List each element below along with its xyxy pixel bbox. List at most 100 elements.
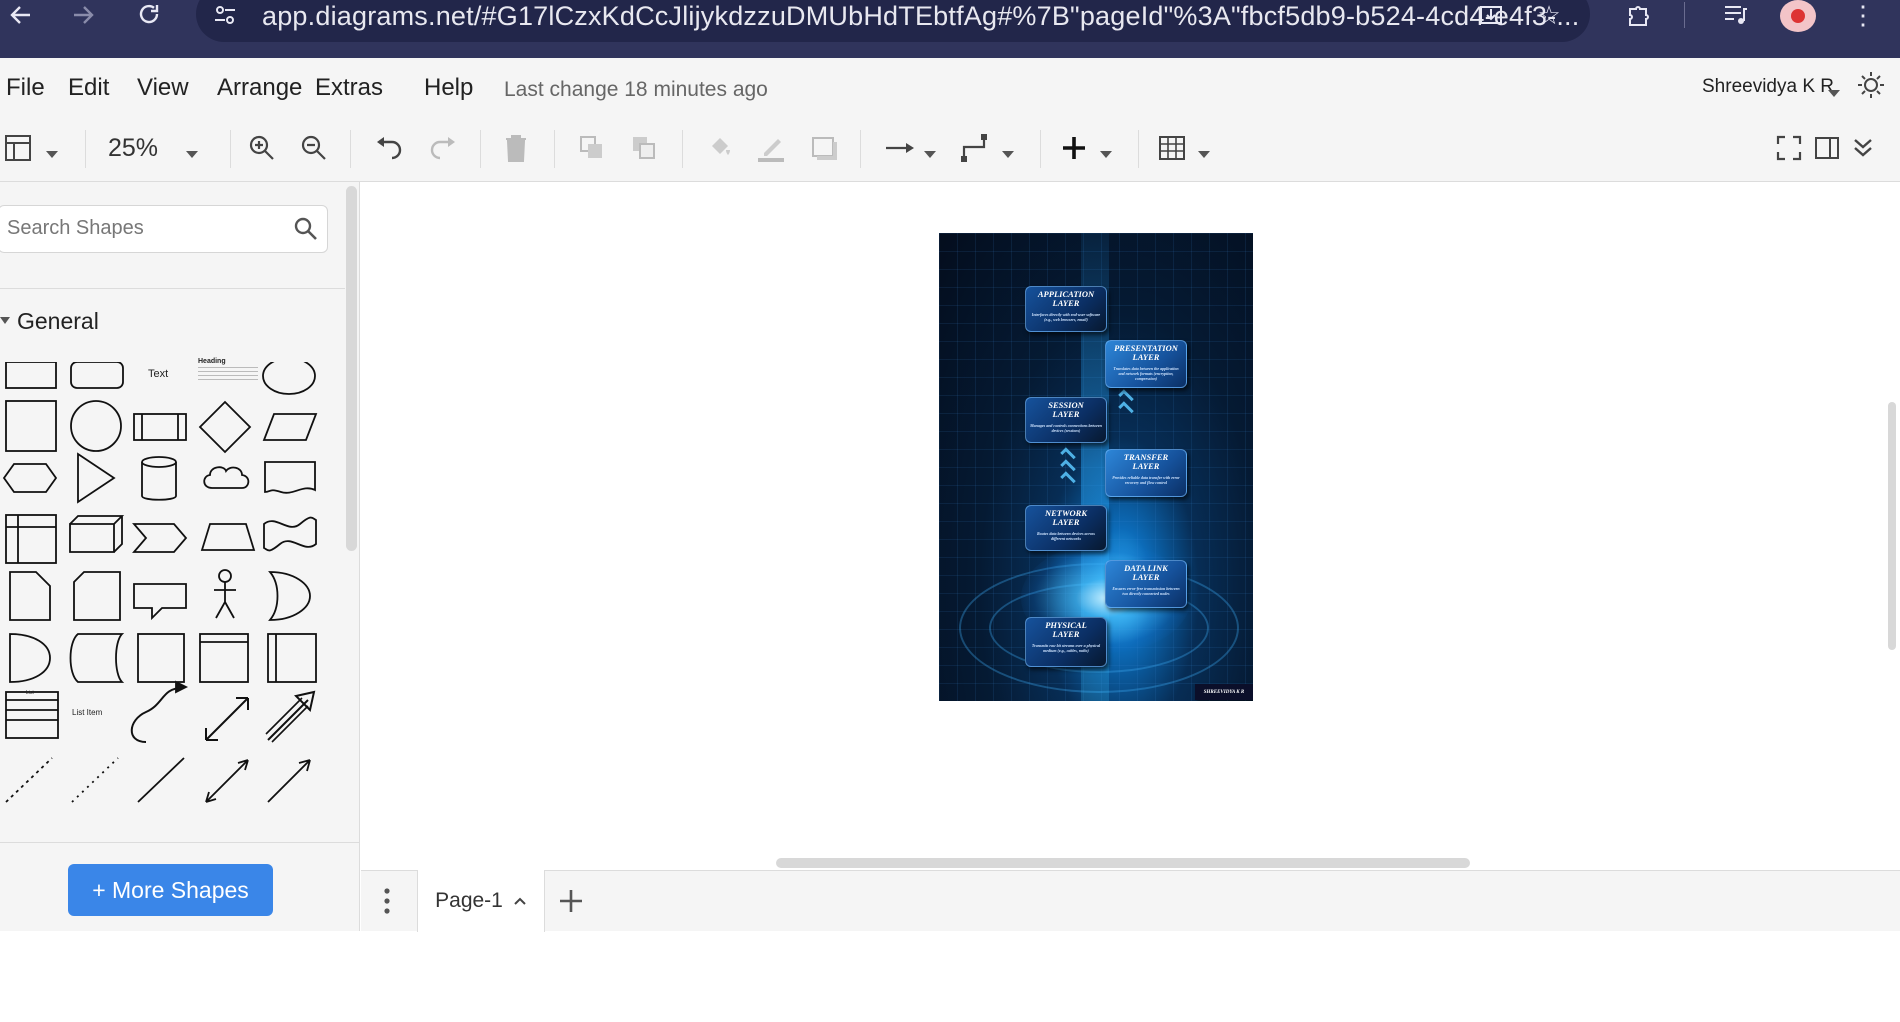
fill-color-icon[interactable]	[706, 128, 734, 168]
shadow-icon[interactable]	[810, 128, 838, 168]
table-icon[interactable]	[1158, 128, 1186, 168]
network-layer-card[interactable]: NETWORK LAYER Routes data between device…	[1025, 505, 1107, 551]
page-tab-label: Page-1	[435, 889, 503, 912]
menu-view[interactable]: View	[137, 74, 189, 102]
collapse-chevrons-icon[interactable]	[1850, 128, 1876, 168]
delete-icon[interactable]	[504, 128, 528, 168]
zoom-dropdown-icon[interactable]	[186, 145, 198, 163]
user-name[interactable]: Shreevidya K R	[1702, 76, 1834, 98]
connection-dropdown-icon[interactable]	[924, 145, 936, 163]
media-controls-icon[interactable]	[1720, 0, 1750, 30]
osi-model-poster[interactable]: APPLICATION LAYER Interfaces directly wi…	[939, 233, 1253, 701]
data-link-layer-card[interactable]: DATA LINK LAYER Ensures error-free trans…	[1105, 560, 1187, 608]
page-tab-caret-icon[interactable]	[513, 896, 527, 906]
toolbar-separator	[480, 130, 481, 168]
bookmark-star-icon[interactable]: ☆	[1534, 0, 1564, 30]
site-settings-icon[interactable]	[210, 0, 240, 30]
menu-file[interactable]: File	[6, 74, 45, 102]
presentation-layer-card[interactable]: PRESENTATION LAYER Translates data betwe…	[1105, 340, 1187, 388]
cube-shape	[69, 515, 125, 553]
application-layer-card[interactable]: APPLICATION LAYER Interfaces directly wi…	[1025, 286, 1107, 332]
menu-extras[interactable]: Extras	[315, 74, 383, 102]
layer-title: PHYSICAL LAYER	[1045, 620, 1087, 639]
format-panel-icon[interactable]	[4, 128, 34, 168]
user-dropdown-icon[interactable]	[1828, 84, 1840, 102]
browser-divider	[1684, 2, 1685, 28]
menu-arrange[interactable]: Arrange	[217, 74, 302, 102]
dotted-line-shape	[71, 757, 119, 803]
table-dropdown-icon[interactable]	[1198, 145, 1210, 163]
card-shape	[73, 571, 121, 621]
waypoints-dropdown-icon[interactable]	[1002, 145, 1014, 163]
toolbar-separator	[85, 130, 86, 168]
browser-menu-icon[interactable]: ⋮	[1848, 0, 1878, 30]
list-item-shape[interactable]: List Item	[72, 708, 102, 717]
theme-sun-icon[interactable]	[1856, 70, 1886, 105]
toolbar-separator	[682, 130, 683, 168]
shapes-sidebar: General	[0, 182, 360, 931]
toggle-panel-icon[interactable]	[1814, 128, 1840, 168]
horizontal-scrollbar[interactable]	[776, 858, 1470, 868]
add-page-icon[interactable]	[557, 887, 585, 920]
list-shape-label[interactable]: List	[26, 690, 34, 696]
zoom-out-icon[interactable]	[300, 128, 328, 168]
vertical-scrollbar[interactable]	[1888, 402, 1896, 650]
collapse-caret-icon[interactable]	[0, 317, 10, 324]
layer-title: PRESENTATION LAYER	[1114, 343, 1178, 362]
curve-shape	[130, 687, 183, 743]
to-front-icon[interactable]	[578, 128, 606, 168]
to-back-icon[interactable]	[630, 128, 658, 168]
layer-description: Interfaces directly with end-user softwa…	[1031, 312, 1101, 322]
fullscreen-icon[interactable]	[1776, 128, 1802, 168]
general-section-title[interactable]: General	[17, 308, 99, 335]
layer-description: Transmits raw bit streams over a physica…	[1031, 643, 1101, 653]
section-divider	[0, 288, 345, 289]
menu-edit[interactable]: Edit	[68, 74, 109, 102]
line-color-icon[interactable]	[756, 128, 786, 168]
transfer-layer-card[interactable]: TRANSFER LAYER Provides reliable data tr…	[1105, 449, 1187, 497]
zoom-in-icon[interactable]	[248, 128, 276, 168]
last-change-status[interactable]: Last change 18 minutes ago	[504, 78, 768, 102]
ellipse-shape	[262, 362, 316, 395]
undo-icon[interactable]	[374, 128, 404, 168]
view-dropdown-icon[interactable]	[46, 145, 58, 163]
url-text[interactable]: app.diagrams.net/#G17lCzxKdCcJlijykdzzuD…	[262, 1, 1579, 32]
install-app-icon[interactable]	[1476, 0, 1506, 30]
heading-shape[interactable]: Heading	[198, 358, 258, 392]
delay-shape	[9, 633, 51, 683]
more-shapes-button[interactable]: + More Shapes	[68, 864, 273, 916]
connection-arrow-icon[interactable]	[884, 128, 916, 168]
bidirectional-connector-shape	[205, 759, 249, 803]
sidebar-scrollbar[interactable]	[346, 186, 357, 551]
search-shapes-box[interactable]	[0, 205, 328, 253]
forward-arrow-icon[interactable]	[68, 0, 98, 30]
search-icon[interactable]	[293, 216, 319, 242]
search-shapes-input[interactable]	[0, 206, 269, 250]
internal-storage-shape	[5, 514, 57, 564]
physical-layer-card[interactable]: PHYSICAL LAYER Transmits raw bit streams…	[1025, 617, 1107, 667]
hexagon-shape	[2, 463, 58, 493]
toolbar-separator	[860, 130, 861, 168]
author-credit-label[interactable]: SHREEVIDYA K R	[1195, 684, 1253, 700]
session-layer-card[interactable]: SESSION LAYER Manages and controls conne…	[1025, 397, 1107, 443]
zoom-level[interactable]: 25%	[108, 128, 158, 168]
waypoints-icon[interactable]	[960, 128, 992, 168]
menu-help[interactable]: Help	[424, 74, 473, 102]
page-tab[interactable]: Page-1	[417, 870, 545, 932]
trapezoid-shape	[200, 523, 256, 551]
redo-icon[interactable]	[428, 128, 458, 168]
insert-dropdown-icon[interactable]	[1100, 145, 1112, 163]
extensions-icon[interactable]	[1623, 0, 1653, 30]
pages-menu-icon[interactable]	[383, 887, 391, 920]
heading-shape-body	[198, 367, 258, 383]
profile-avatar[interactable]	[1780, 0, 1816, 32]
list-shape	[5, 691, 59, 739]
toolbar-separator	[1138, 130, 1139, 168]
text-shape[interactable]: Text	[148, 368, 168, 380]
layer-title: APPLICATION LAYER	[1037, 289, 1095, 308]
heading-shape-label: Heading	[198, 358, 226, 365]
insert-plus-icon[interactable]	[1060, 128, 1088, 168]
reload-icon[interactable]	[134, 0, 164, 30]
toolbar-separator	[230, 130, 231, 168]
back-arrow-icon[interactable]	[6, 0, 36, 30]
